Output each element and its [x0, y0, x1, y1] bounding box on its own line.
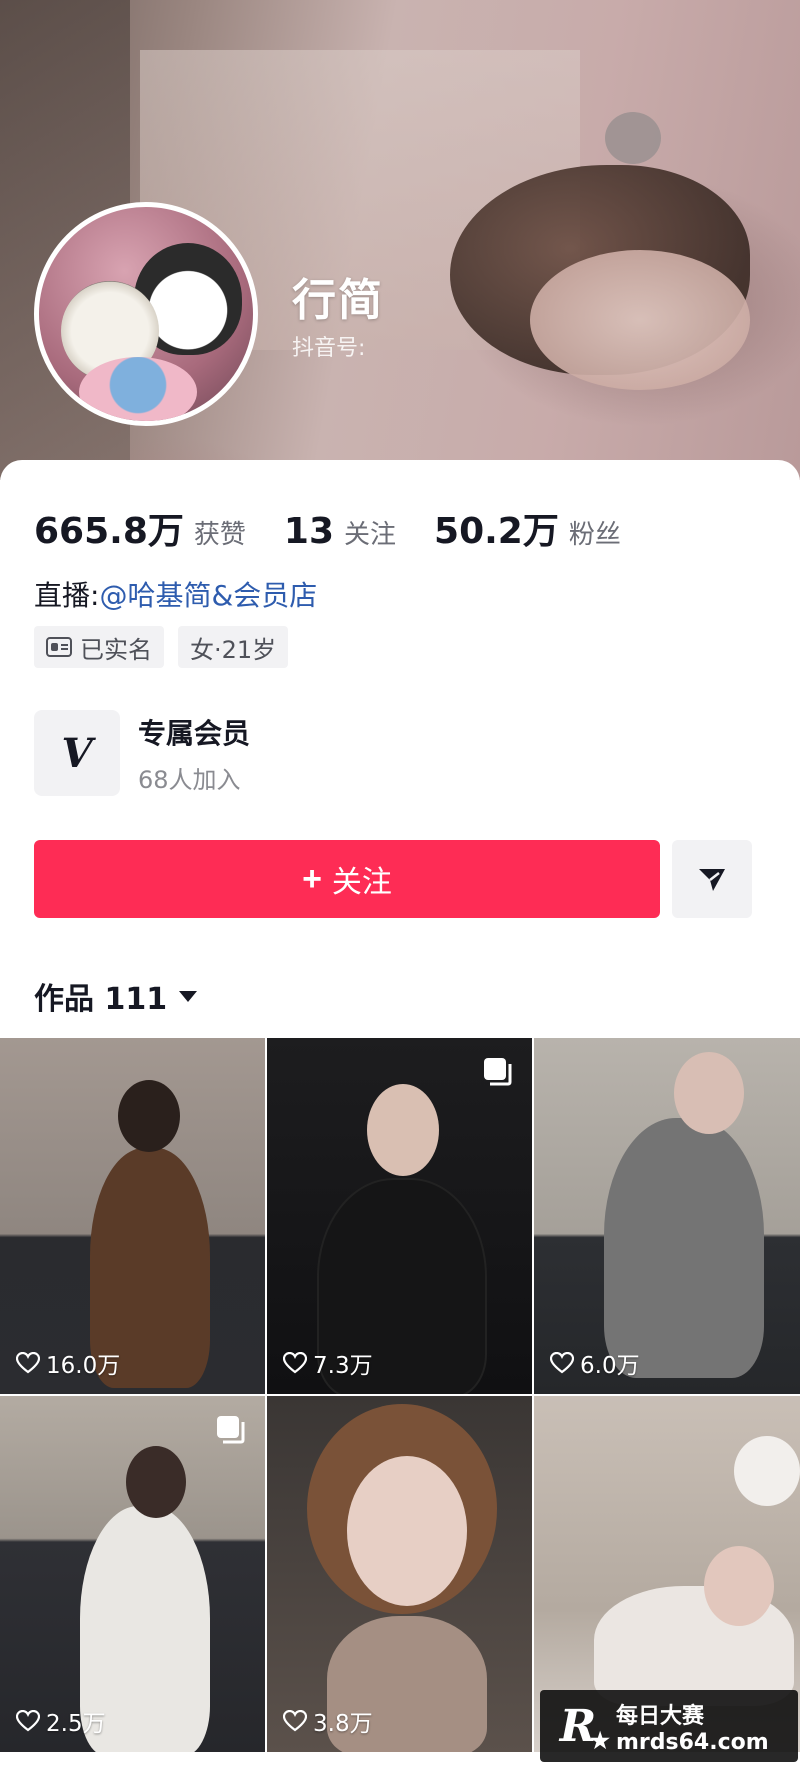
watermark-url: mrds64.com	[616, 1729, 769, 1755]
heart-icon	[16, 1352, 40, 1374]
caret-down-icon	[179, 990, 198, 1002]
stat-followers-value: 50.2万	[434, 511, 559, 552]
watermark-logo-icon: R ★	[550, 1698, 610, 1755]
likes-count: 2.5万	[16, 1704, 106, 1738]
video-tile[interactable]: 3.8万	[267, 1396, 532, 1752]
tile-head	[674, 1052, 744, 1134]
heart-icon	[283, 1710, 307, 1732]
stat-likes-value: 665.8万	[34, 511, 184, 552]
member-text: 专属会员 68人加入	[138, 712, 250, 795]
tag-row: 已实名 女·21岁	[34, 626, 302, 668]
id-card-icon	[46, 637, 72, 657]
avatar-bib	[79, 357, 197, 421]
tag-verified-label: 已实名	[80, 635, 152, 664]
send-icon	[699, 869, 725, 891]
heart-icon	[283, 1352, 307, 1374]
video-tile[interactable]: 6.0万	[534, 1038, 800, 1394]
likes-count: 6.0万	[550, 1346, 640, 1380]
tile-head	[367, 1084, 439, 1176]
stat-following-value: 13	[283, 511, 334, 552]
watermark-text: 每日大赛 mrds64.com	[616, 1698, 769, 1755]
tile-figure	[604, 1118, 764, 1378]
tag-gender-age-label: 女·21岁	[190, 635, 277, 664]
stat-following[interactable]: 13 关注	[284, 511, 396, 552]
stats-row: 665.8万 获赞 13 关注 50.2万 粉丝	[34, 502, 659, 554]
multi-image-icon	[484, 1058, 512, 1086]
stat-likes[interactable]: 665.8万 获赞	[34, 502, 246, 554]
tile-head	[347, 1456, 467, 1606]
stat-followers-label: 粉丝	[568, 520, 621, 550]
stat-likes-label: 获赞	[193, 520, 246, 550]
stat-followers[interactable]: 50.2万 粉丝	[434, 502, 621, 554]
cover-face	[530, 250, 750, 390]
live-label: 直播:	[34, 579, 100, 612]
avatar[interactable]	[34, 202, 258, 426]
member-logo-icon: V	[34, 710, 120, 796]
likes-value: 3.8万	[313, 1711, 373, 1737]
member-entry[interactable]: V 专属会员 68人加入	[34, 710, 250, 796]
watermark-title: 每日大赛	[616, 1703, 705, 1729]
tile-head	[126, 1446, 186, 1518]
follow-button[interactable]: + 关注	[34, 840, 660, 918]
likes-value: 6.0万	[580, 1353, 640, 1379]
share-button[interactable]	[672, 840, 752, 918]
tag-gender-age: 女·21岁	[178, 626, 289, 668]
profile-cover: 行简 抖音号:	[0, 0, 800, 480]
works-grid: 16.0万 7.3万 6.0万 2.5万 3.8万	[0, 1038, 800, 1752]
cover-earmuff	[605, 112, 661, 164]
profile-nickname: 行简	[292, 275, 384, 326]
works-label: 作品 111	[34, 982, 168, 1017]
video-tile[interactable]: 2.5万	[0, 1396, 265, 1752]
live-row: 直播:@哈基简&会员店	[34, 574, 317, 614]
tile-fluff	[734, 1436, 800, 1506]
video-tile[interactable]: 16.0万	[0, 1038, 265, 1394]
likes-value: 16.0万	[46, 1353, 121, 1379]
douyin-id-label[interactable]: 抖音号:	[292, 330, 365, 362]
tile-head	[704, 1546, 774, 1626]
video-tile[interactable]: 7.3万	[267, 1038, 532, 1394]
works-tab[interactable]: 作品 111	[34, 974, 198, 1018]
tile-head	[118, 1080, 180, 1152]
likes-count: 16.0万	[16, 1346, 120, 1380]
heart-icon	[16, 1710, 40, 1732]
star-icon: ★	[590, 1728, 610, 1754]
tag-verified[interactable]: 已实名	[34, 626, 164, 668]
likes-count: 3.8万	[283, 1704, 373, 1738]
likes-value: 2.5万	[46, 1711, 106, 1737]
follow-button-label: 关注	[331, 866, 392, 899]
likes-value: 7.3万	[313, 1353, 373, 1379]
likes-count: 7.3万	[283, 1346, 373, 1380]
watermark: R ★ 每日大赛 mrds64.com	[540, 1690, 798, 1762]
stat-following-label: 关注	[344, 520, 397, 550]
member-title: 专属会员	[138, 716, 251, 750]
plus-icon: +	[302, 859, 322, 898]
member-subtitle: 68人加入	[138, 765, 241, 794]
multi-image-icon	[217, 1416, 245, 1444]
live-link[interactable]: @哈基简&会员店	[99, 579, 317, 612]
heart-icon	[550, 1352, 574, 1374]
